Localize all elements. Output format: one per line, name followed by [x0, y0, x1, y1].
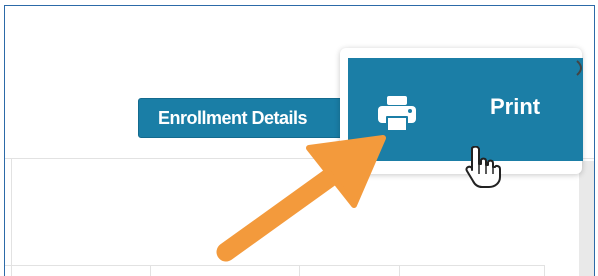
pointer-hand-icon: [465, 146, 501, 188]
partial-glyph-icon: [576, 60, 582, 76]
table-column-divider: [299, 266, 300, 276]
left-panel-divider: [11, 159, 12, 276]
enrollment-details-button[interactable]: Enrollment Details: [138, 98, 353, 138]
printer-icon: [378, 96, 416, 132]
scrollbar-track[interactable]: [579, 161, 594, 276]
table-column-divider: [150, 266, 151, 276]
table-top-line: [5, 265, 545, 266]
table-column-divider: [399, 266, 400, 276]
table-column-divider: [544, 266, 545, 276]
print-label: Print: [490, 94, 541, 119]
